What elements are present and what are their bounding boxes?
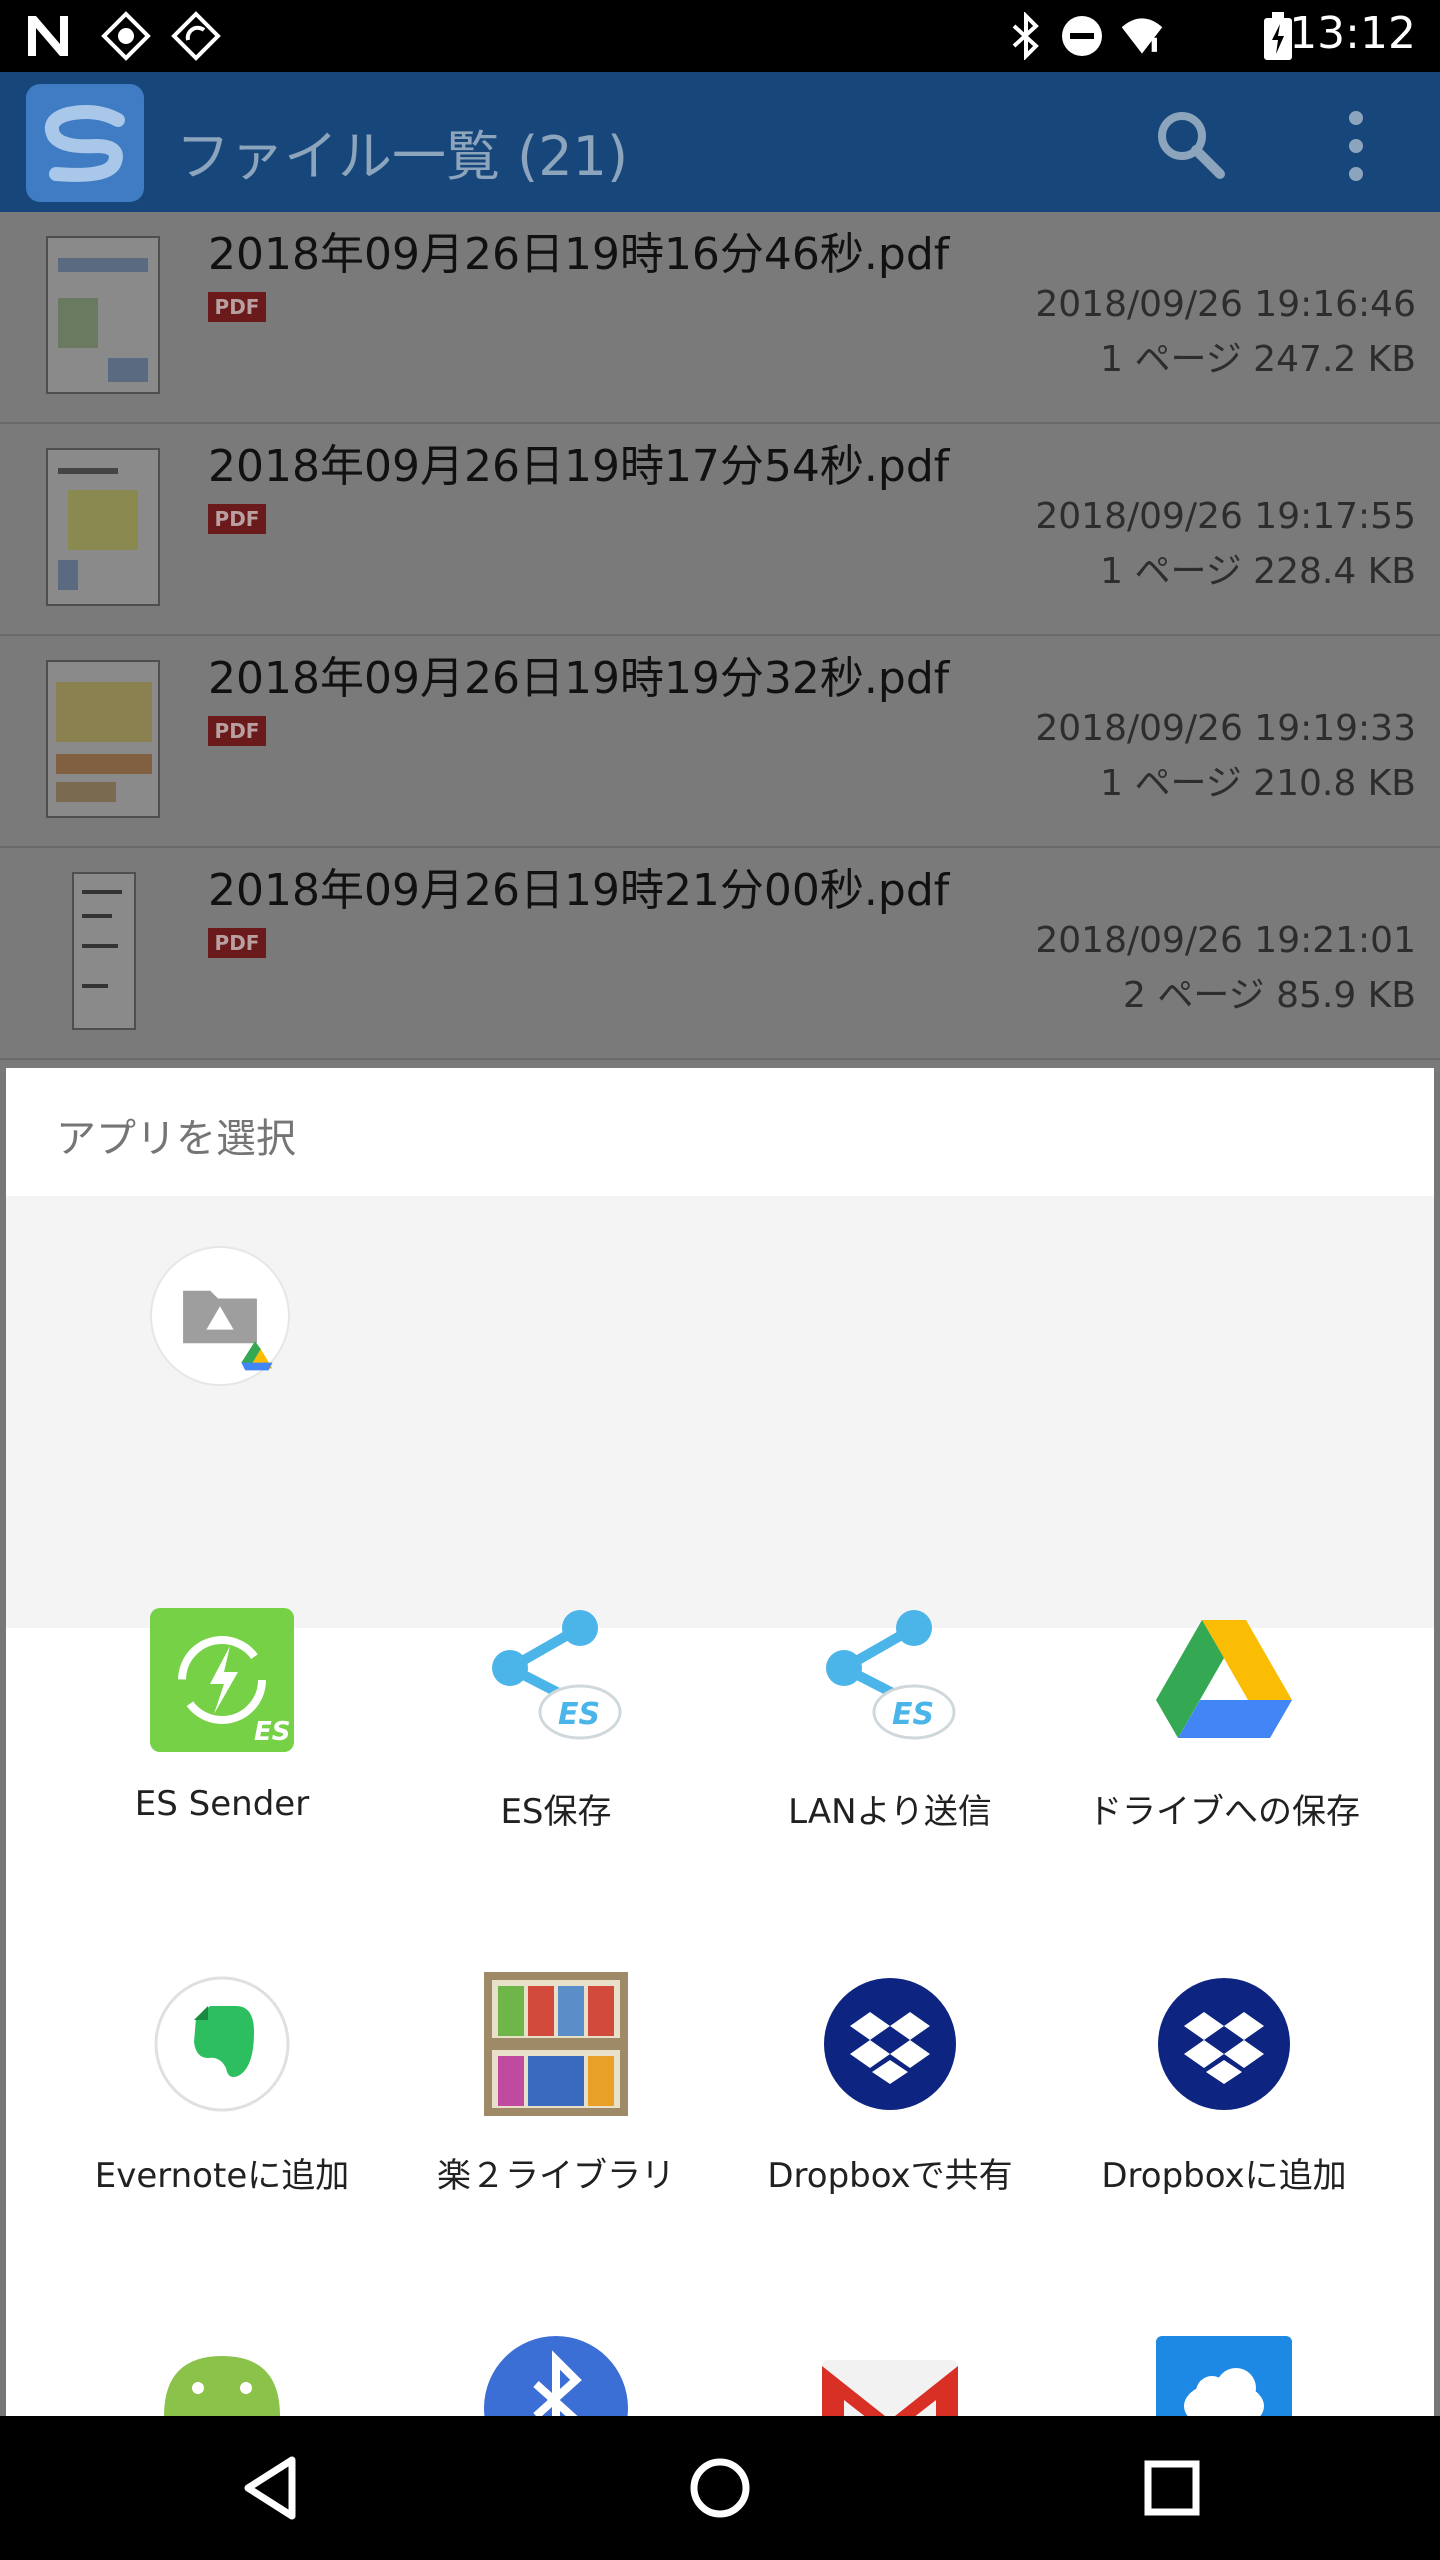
- app-es-save[interactable]: ES ES保存: [386, 1608, 726, 1908]
- dropbox-icon: [824, 1978, 956, 2110]
- app-dropbox-share[interactable]: Dropboxで共有: [720, 1972, 1060, 2272]
- app-android[interactable]: [52, 2336, 392, 2416]
- file-list: 2018年09月26日19時16分46秒.pdf PDF 2018/09/26 …: [0, 212, 1440, 1072]
- bluetooth-app-icon: [484, 2336, 628, 2416]
- android-icon: [164, 2356, 280, 2416]
- n-letter-icon: [28, 16, 68, 56]
- direct-share-target[interactable]: [150, 1246, 290, 1386]
- cloud-app-icon: [1156, 2336, 1292, 2416]
- es-sender-icon: ES: [150, 1608, 294, 1752]
- drive-folder-icon: [183, 1290, 273, 1371]
- recents-icon[interactable]: [1128, 2444, 1216, 2532]
- pdf-badge: PDF: [208, 716, 266, 746]
- app-chooser-sheet: アプリを選択 ES ES Sender ES ES保存 ES LANより送信 ド…: [6, 1068, 1434, 2416]
- more-vert-icon[interactable]: [1340, 108, 1372, 184]
- bluetooth-icon: [1012, 12, 1039, 60]
- home-icon[interactable]: [676, 2444, 764, 2532]
- pdf-thumbnail: [46, 660, 160, 818]
- app-drive-save[interactable]: ドライブへの保存: [1054, 1608, 1394, 1908]
- pdf-badge: PDF: [208, 292, 266, 322]
- app-cloud[interactable]: [1054, 2336, 1394, 2416]
- file-date: 2018/09/26 19:16:46: [1035, 284, 1416, 325]
- sync-badge-icon: [171, 11, 221, 61]
- pdf-thumbnail: [72, 872, 136, 1030]
- app-label: Dropboxに追加: [1101, 2156, 1347, 2196]
- search-icon[interactable]: [1150, 104, 1230, 184]
- do-not-disturb-icon: [1062, 16, 1102, 56]
- app-es-sender[interactable]: ES ES Sender: [52, 1608, 392, 1908]
- app-label: Dropboxで共有: [767, 2156, 1013, 2196]
- bookshelf-icon: [484, 1972, 628, 2116]
- app-gmail[interactable]: [720, 2336, 1060, 2416]
- gmail-icon: [822, 2360, 958, 2416]
- pdf-badge: PDF: [208, 504, 266, 534]
- pdf-badge: PDF: [208, 928, 266, 958]
- navigation-bar: [0, 2416, 1440, 2560]
- es-share-icon: ES: [492, 1610, 622, 1740]
- app-bluetooth[interactable]: [386, 2336, 726, 2416]
- file-row[interactable]: 2018年09月26日19時16分46秒.pdf PDF 2018/09/26 …: [0, 212, 1440, 424]
- app-label: LANより送信: [788, 1792, 992, 1832]
- file-row[interactable]: 2018年09月26日19時17分54秒.pdf PDF 2018/09/26 …: [0, 424, 1440, 636]
- app-logo-icon: [26, 84, 144, 202]
- svg-text:ES: ES: [254, 1717, 291, 1747]
- file-date: 2018/09/26 19:17:55: [1035, 496, 1416, 537]
- file-date: 2018/09/26 19:21:01: [1035, 920, 1416, 961]
- file-name: 2018年09月26日19時16分46秒.pdf: [208, 229, 950, 280]
- sound-wave-icon: [101, 11, 151, 61]
- dropbox-icon: [1158, 1978, 1290, 2110]
- file-meta: 2 ページ 85.9 KB: [1123, 975, 1416, 1016]
- es-share-icon: ES: [826, 1610, 956, 1740]
- file-meta: 1 ページ 228.4 KB: [1100, 551, 1416, 592]
- svg-text:ES: ES: [558, 1697, 600, 1732]
- app-lan-send[interactable]: ES LANより送信: [720, 1608, 1060, 1908]
- app-evernote[interactable]: Evernoteに追加: [52, 1972, 392, 2272]
- app-label: Evernoteに追加: [94, 2156, 350, 2196]
- file-row[interactable]: 2018年09月26日19時21分00秒.pdf PDF 2018/09/26 …: [0, 848, 1440, 1060]
- app-label: ドライブへの保存: [1088, 1792, 1360, 1832]
- file-name: 2018年09月26日19時21分00秒.pdf: [208, 865, 950, 916]
- pdf-thumbnail: [46, 236, 160, 394]
- direct-share-row: [6, 1196, 1434, 1628]
- svg-text:ES: ES: [892, 1697, 934, 1732]
- clock: 13:12: [1289, 8, 1416, 59]
- file-date: 2018/09/26 19:19:33: [1035, 708, 1416, 749]
- app-raku2-library[interactable]: 楽２ライブラリ: [386, 1972, 726, 2272]
- file-row[interactable]: 2018年09月26日19時19分32秒.pdf PDF 2018/09/26 …: [0, 636, 1440, 848]
- app-label: ES保存: [500, 1792, 612, 1832]
- pdf-thumbnail: [46, 448, 160, 606]
- google-drive-icon: [1156, 1620, 1292, 1738]
- chooser-title: アプリを選択: [56, 1116, 296, 1162]
- file-meta: 1 ページ 210.8 KB: [1100, 763, 1416, 804]
- page-title: ファイル一覧 (21): [176, 125, 629, 188]
- back-icon[interactable]: [226, 2444, 314, 2532]
- evernote-icon: [154, 1976, 290, 2112]
- app-bar: ファイル一覧 (21): [0, 72, 1440, 212]
- file-name: 2018年09月26日19時19分32秒.pdf: [208, 653, 950, 704]
- app-label: ES Sender: [134, 1784, 310, 1824]
- file-meta: 1 ページ 247.2 KB: [1100, 339, 1416, 380]
- wifi-icon: [1121, 18, 1163, 54]
- file-name: 2018年09月26日19時17分54秒.pdf: [208, 441, 950, 492]
- status-bar: 13:12: [0, 0, 1440, 72]
- app-label: 楽２ライブラリ: [437, 2156, 675, 2196]
- app-dropbox-add[interactable]: Dropboxに追加: [1054, 1972, 1394, 2272]
